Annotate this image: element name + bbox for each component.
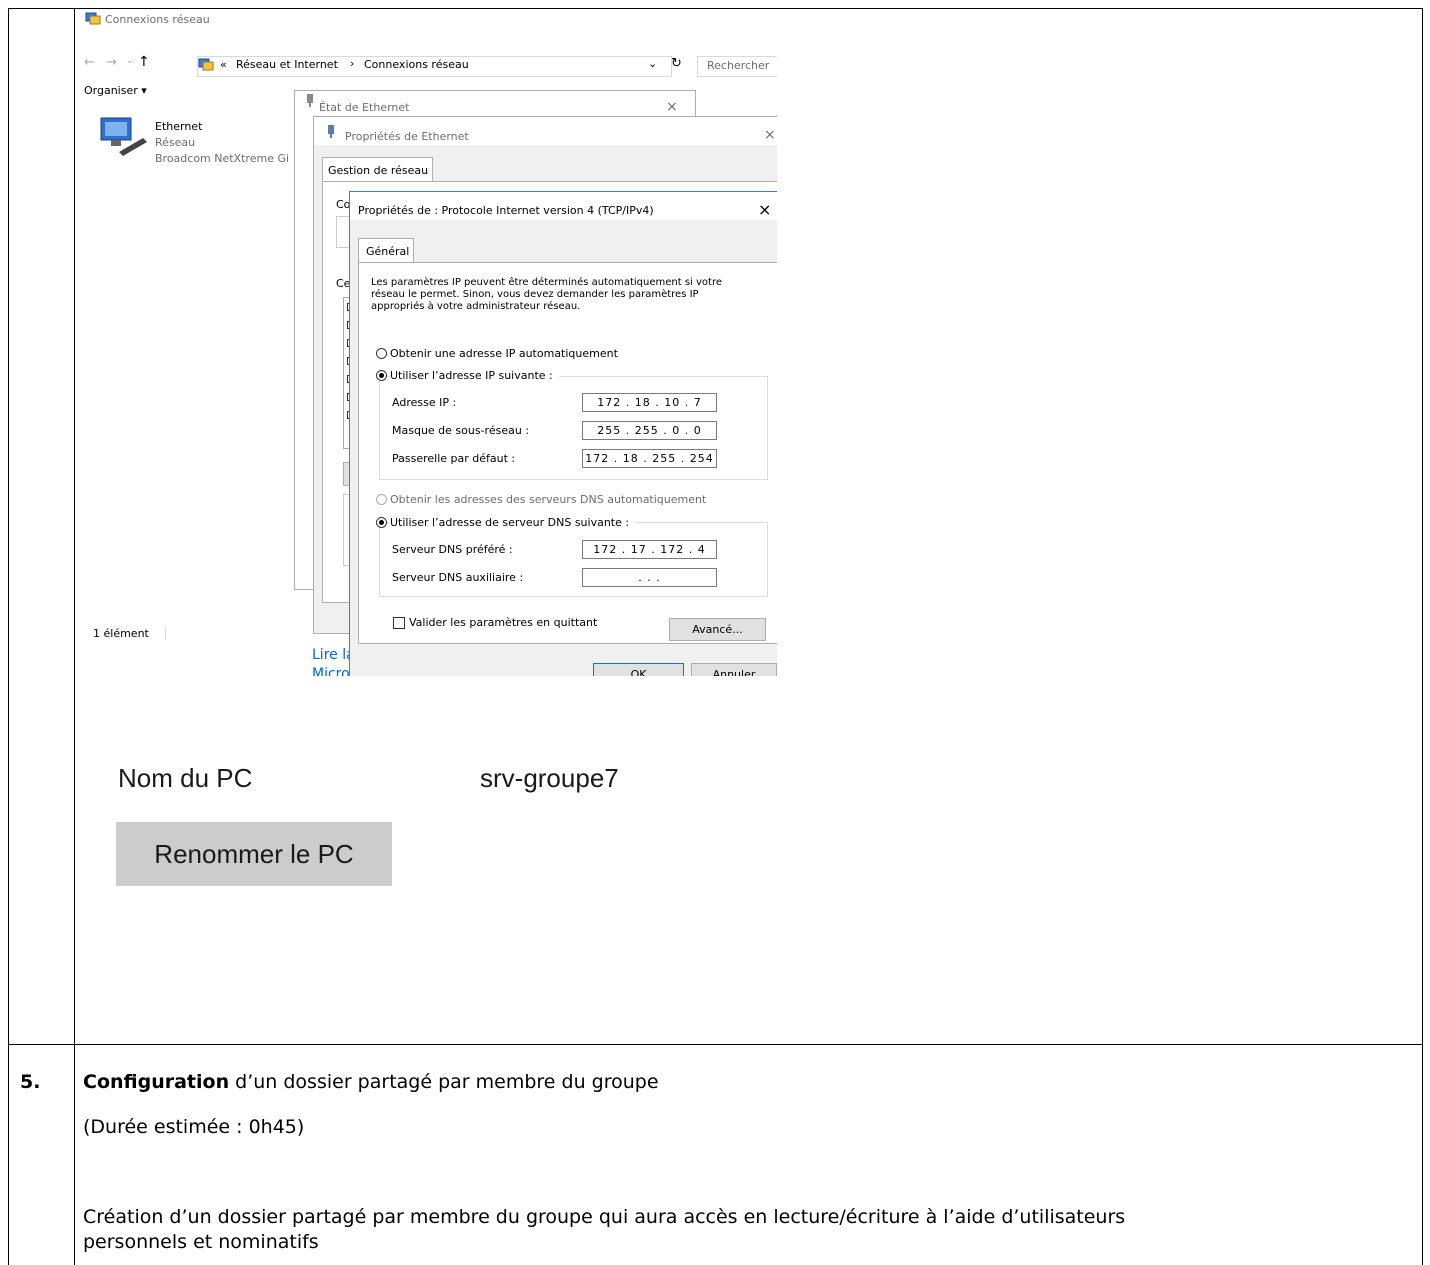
step-description-line-1: Création d’un dossier partagé par membre… — [83, 1206, 1126, 1228]
preferred-dns-field[interactable]: 172 . 17 . 172 . 4 — [582, 540, 717, 559]
search-placeholder: Rechercher — [707, 59, 770, 72]
status-divider — [165, 626, 166, 640]
step-number: 5. — [20, 1071, 41, 1093]
radio-auto-ip[interactable] — [376, 348, 387, 359]
radio-manual-ip[interactable] — [376, 370, 387, 381]
ipv4-dialog-title: Propriétés de : Protocole Internet versi… — [358, 204, 654, 217]
ethernet-item-name[interactable]: Ethernet — [155, 120, 202, 133]
radio-auto-dns[interactable] — [376, 494, 387, 505]
status-item-count: 1 élément — [93, 627, 149, 640]
ipv4-intro-line-3: appropriés à votre administrateur réseau… — [371, 301, 581, 312]
ipv4-intro-line-2: réseau le permet. Sinon, vous devez dema… — [371, 289, 699, 300]
step-title: Configuration d’un dossier partagé par m… — [83, 1071, 659, 1093]
ipv4-properties-dialog: Propriétés de : Protocole Internet versi… — [349, 191, 777, 676]
network-connections-icon — [85, 12, 101, 25]
ethernet-status-close-icon[interactable]: × — [666, 99, 678, 115]
address-dropdown-icon[interactable]: ⌄ — [648, 57, 657, 70]
table-row-divider — [8, 1044, 1423, 1045]
radio-manual-dns[interactable] — [376, 517, 387, 528]
tab-general[interactable]: Général — [358, 238, 414, 263]
ethernet-properties-title: Propriétés de Ethernet — [345, 130, 469, 143]
validate-on-exit-checkbox[interactable] — [393, 617, 405, 629]
explorer-window-title: Connexions réseau — [105, 13, 210, 26]
recent-chevron-icon[interactable]: ⌄ — [126, 56, 134, 66]
cancel-button-label: Annuler — [712, 668, 756, 676]
refresh-icon[interactable]: ↻ — [671, 56, 682, 71]
ok-button-label: OK — [630, 668, 647, 676]
ok-button[interactable]: OK — [593, 663, 684, 676]
organize-menu[interactable]: Organiser ▾ — [84, 84, 147, 97]
subnet-mask-label: Masque de sous-réseau : — [392, 424, 530, 437]
advanced-button[interactable]: Avancé... — [669, 618, 766, 641]
validate-on-exit-label[interactable]: Valider les paramètres en quittant — [409, 616, 597, 629]
advanced-button-label: Avancé... — [692, 623, 743, 636]
radio-manual-dns-label[interactable]: Utiliser l’adresse de serveur DNS suivan… — [390, 516, 636, 529]
table-border-top — [8, 8, 1423, 9]
up-arrow-icon[interactable]: ↑ — [138, 54, 150, 70]
cancel-button[interactable]: Annuler — [691, 663, 777, 676]
ipv4-close-icon[interactable]: × — [758, 200, 771, 219]
forward-arrow-icon[interactable]: → — [106, 55, 117, 70]
breadcrumb-overflow[interactable]: « — [220, 58, 227, 71]
radio-auto-dns-label[interactable]: Obtenir les adresses des serveurs DNS au… — [390, 493, 706, 506]
alternate-dns-value: . . . — [638, 571, 661, 584]
tab-general-label: Général — [366, 245, 410, 258]
ipv4-general-pane: Les paramètres IP peuvent être déterminé… — [358, 262, 777, 644]
ethernet-item-device: Broadcom NetXtreme Gi — [155, 152, 290, 165]
network-screenshot: Connexions réseau ← → ⌄ ↑ « Réseau et In… — [81, 10, 777, 676]
default-gateway-label: Passerelle par défaut : — [392, 452, 516, 465]
alternate-dns-field[interactable]: . . . — [582, 568, 717, 587]
subnet-mask-field[interactable]: 255 . 255 . 0 . 0 — [582, 421, 717, 440]
step-title-bold: Configuration — [83, 1071, 230, 1093]
rename-pc-button-label: Renommer le PC — [154, 839, 354, 869]
dialog-network-icon — [307, 94, 313, 107]
network-folder-icon — [198, 58, 214, 71]
ethernet-properties-icon — [328, 125, 334, 138]
preferred-dns-value: 172 . 17 . 172 . 4 — [593, 543, 706, 556]
ip-address-value: 172 . 18 . 10 . 7 — [597, 396, 702, 409]
back-arrow-icon[interactable]: ← — [84, 55, 95, 70]
ethernet-item-type: Réseau — [155, 136, 196, 149]
subnet-mask-value: 255 . 255 . 0 . 0 — [597, 424, 702, 437]
breadcrumb-separator: › — [350, 57, 355, 70]
default-gateway-value: 172 . 18 . 255 . 254 — [585, 452, 714, 465]
table-border-right — [1422, 8, 1423, 1265]
ethernet-properties-close-icon[interactable]: × — [764, 127, 776, 143]
ip-address-label: Adresse IP : — [392, 396, 457, 409]
ethernet-adapter-icon — [100, 117, 147, 156]
table-column-divider — [74, 8, 75, 1265]
default-gateway-field[interactable]: 172 . 18 . 255 . 254 — [582, 449, 717, 468]
table-border-left — [8, 8, 9, 1265]
pc-name-label: Nom du PC — [118, 763, 253, 793]
step-title-rest: d’un dossier partagé par membre du group… — [229, 1071, 659, 1093]
breadcrumb-reseau-internet[interactable]: Réseau et Internet — [236, 58, 338, 71]
radio-auto-ip-label[interactable]: Obtenir une adresse IP automatiquement — [390, 347, 618, 360]
tab-gestion-reseau[interactable]: Gestion de réseau — [322, 157, 433, 182]
search-input[interactable]: Rechercher — [697, 56, 777, 77]
ip-address-field[interactable]: 172 . 18 . 10 . 7 — [582, 393, 717, 412]
step-description-line-2: personnels et nominatifs — [83, 1231, 319, 1253]
tab-gestion-reseau-label: Gestion de réseau — [328, 164, 429, 177]
radio-manual-ip-label[interactable]: Utiliser l’adresse IP suivante : — [390, 369, 559, 382]
breadcrumb-connexions-reseau[interactable]: Connexions réseau — [364, 58, 469, 71]
preferred-dns-label: Serveur DNS préféré : — [392, 543, 513, 556]
ethernet-status-title: État de Ethernet — [319, 101, 410, 114]
alternate-dns-label: Serveur DNS auxiliaire : — [392, 571, 524, 584]
pc-name-value: srv-groupe7 — [480, 763, 619, 793]
help-link-partial-2[interactable]: Micro — [312, 666, 350, 676]
rename-pc-button[interactable]: Renommer le PC — [116, 822, 392, 886]
ipv4-intro-line-1: Les paramètres IP peuvent être déterminé… — [371, 277, 723, 288]
step-duration: (Durée estimée : 0h45) — [83, 1116, 305, 1138]
